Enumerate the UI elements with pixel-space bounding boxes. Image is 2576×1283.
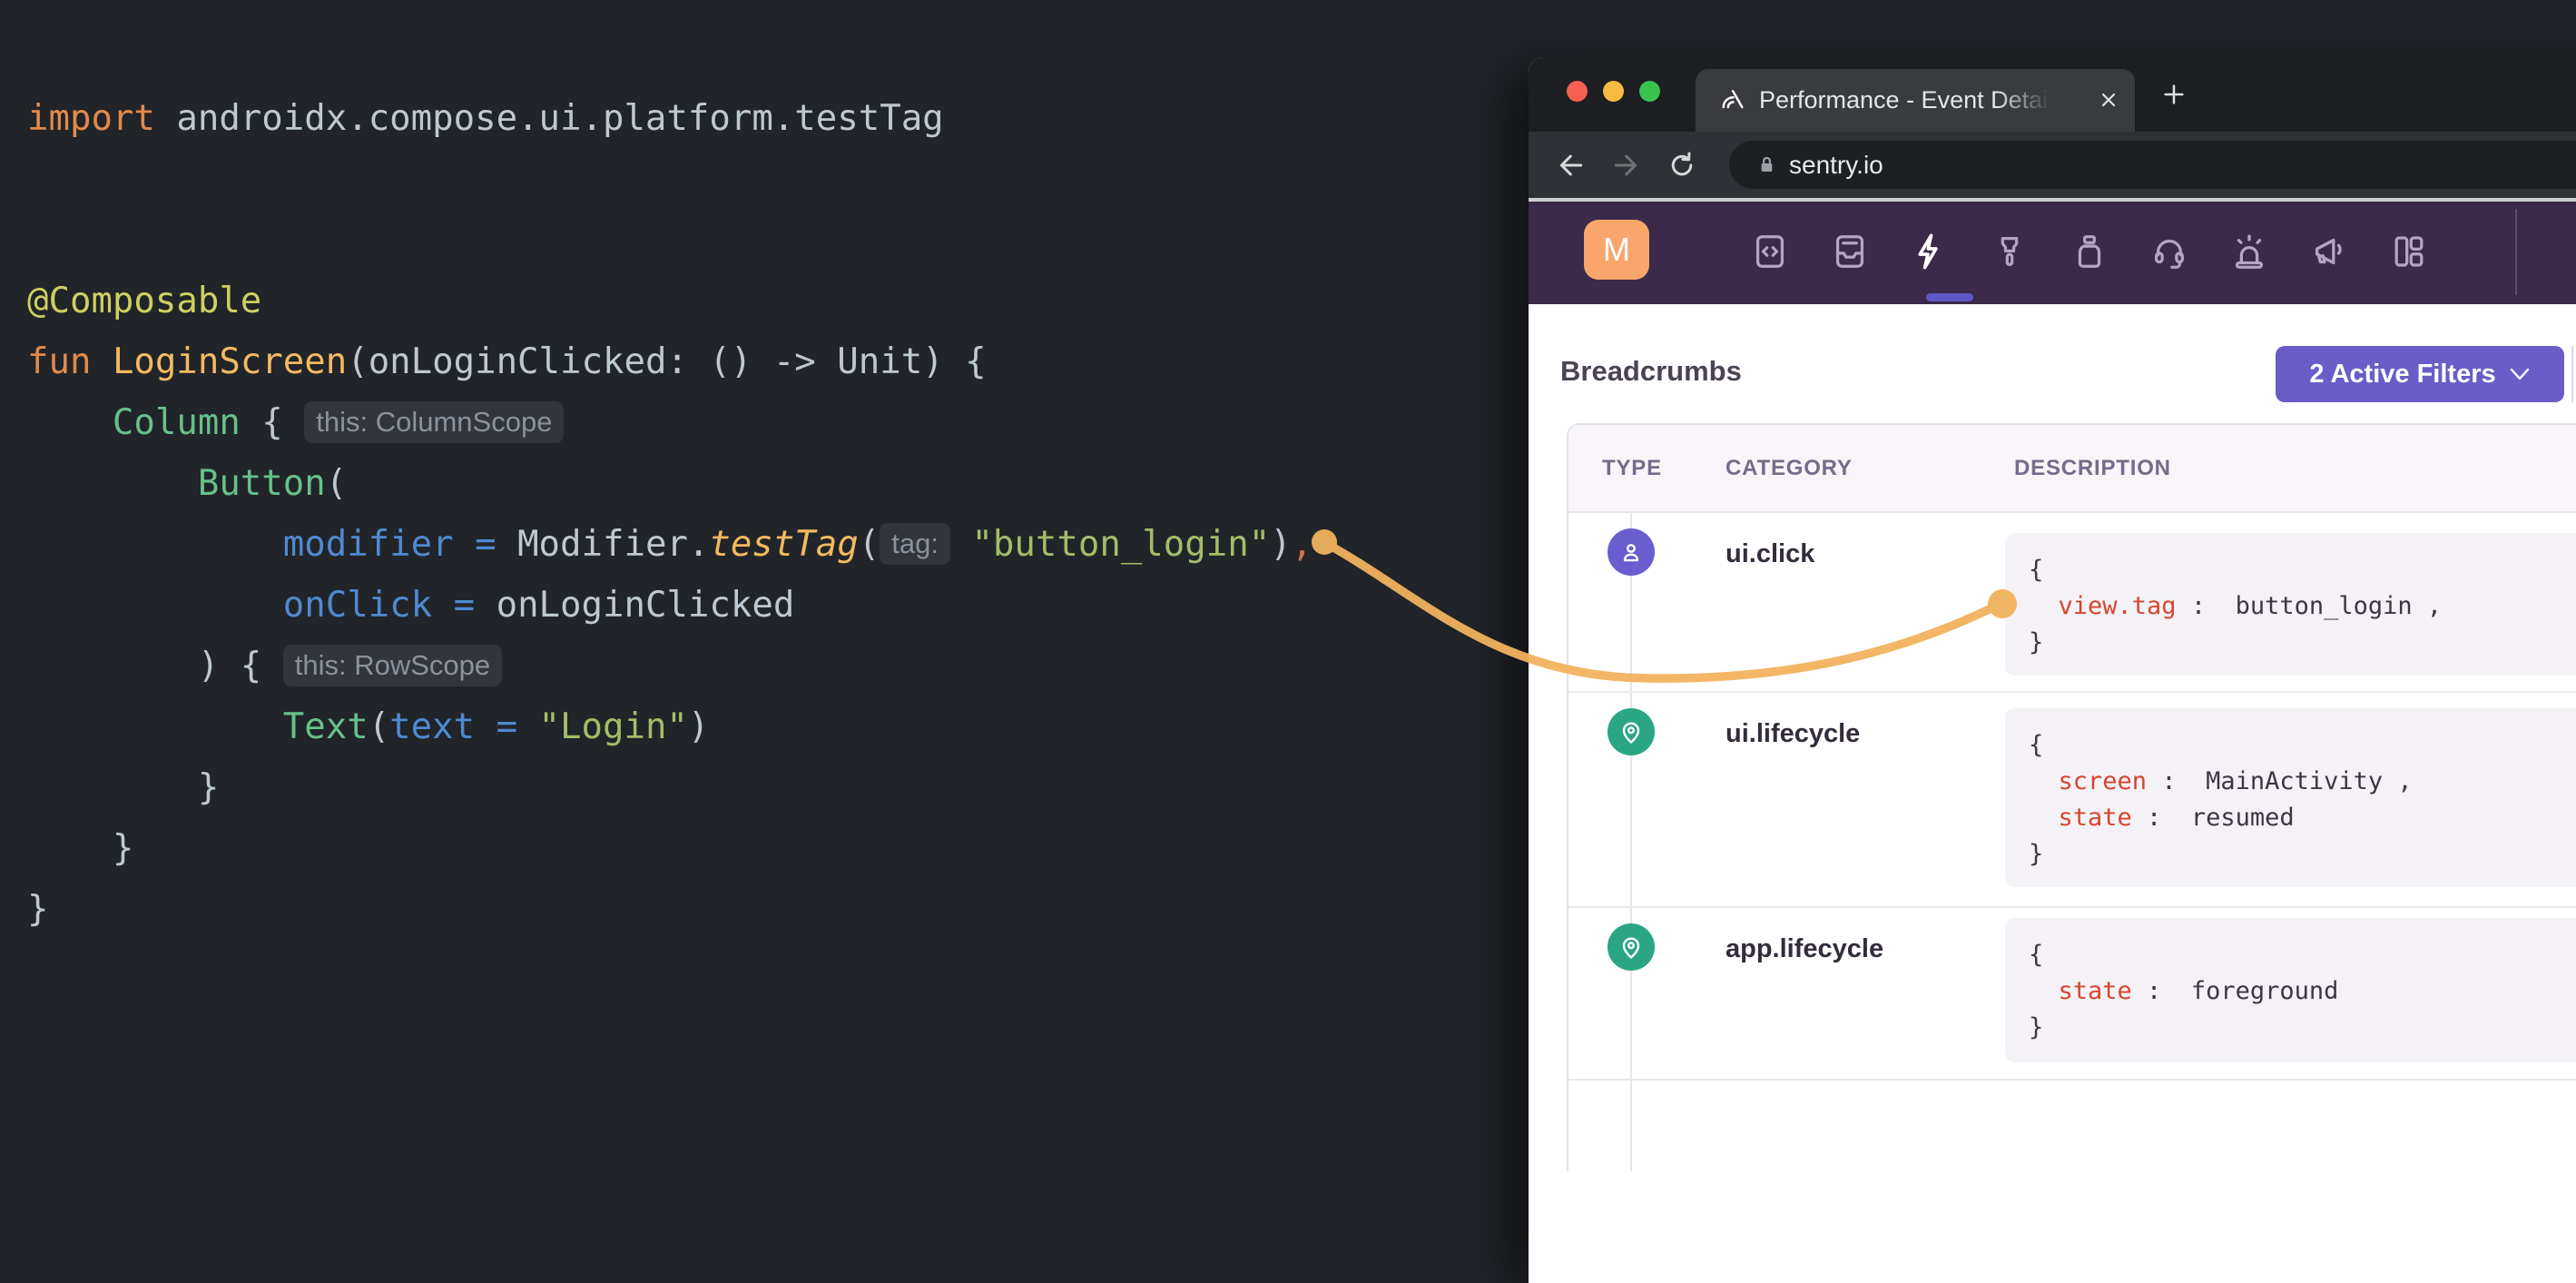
url-text: sentry.io bbox=[1789, 141, 1883, 189]
breadcrumbs-table: TYPE CATEGORY DESCRIPTION ui.click { view.t… bbox=[1567, 423, 2576, 1171]
breadcrumb-row: app.lifecycle { state : foreground} bbox=[1568, 908, 2576, 1081]
org-avatar[interactable]: M bbox=[1584, 220, 1649, 280]
breadcrumb-category: app.lifecycle bbox=[1726, 934, 1883, 964]
table-tail bbox=[1568, 1081, 2576, 1171]
flashlight-icon[interactable] bbox=[1989, 231, 2030, 272]
clipped-element-edge bbox=[2571, 346, 2573, 402]
table-header-row: TYPE CATEGORY DESCRIPTION bbox=[1568, 425, 2576, 513]
sentry-logo-icon bbox=[1719, 86, 1746, 113]
column-header: CATEGORY bbox=[1726, 456, 1853, 481]
active-filters-button[interactable]: 2 Active Filters bbox=[2276, 346, 2564, 402]
window-zoom-button[interactable] bbox=[1639, 81, 1660, 102]
sentry-nav-bar: M bbox=[1529, 198, 2576, 304]
megaphone-icon[interactable] bbox=[2308, 231, 2350, 272]
breadcrumb-row: ui.click { view.tag : button_login ,} bbox=[1568, 513, 2576, 693]
browser-window: Performance - Event Details - n bbox=[1529, 57, 2576, 1283]
window-minimize-button[interactable] bbox=[1603, 81, 1624, 102]
new-tab-button[interactable] bbox=[2158, 79, 2189, 110]
window-close-button[interactable] bbox=[1567, 81, 1588, 102]
breadcrumb-description: { state : foreground} bbox=[2005, 918, 2576, 1062]
user-icon bbox=[1608, 528, 1655, 576]
issues-icon[interactable] bbox=[1829, 231, 1871, 272]
dashboards-icon[interactable] bbox=[2388, 231, 2430, 272]
column-header: TYPE bbox=[1602, 456, 1662, 481]
sentry-nav-icons bbox=[1749, 198, 2430, 304]
breadcrumb-row: ui.lifecycle { screen : MainActivity , st… bbox=[1568, 693, 2576, 908]
tab-close-icon[interactable] bbox=[2095, 86, 2122, 113]
browser-tab[interactable]: Performance - Event Details - n bbox=[1696, 69, 2135, 132]
chevron-down-icon bbox=[2509, 367, 2531, 381]
lock-icon bbox=[1755, 153, 1779, 177]
breadcrumb-category: ui.lifecycle bbox=[1726, 719, 1860, 749]
table-body: ui.click { view.tag : button_login ,} ui.l… bbox=[1568, 513, 2576, 1081]
active-filters-label: 2 Active Filters bbox=[2309, 360, 2495, 390]
breadcrumb-description: { view.tag : button_login ,} bbox=[2005, 533, 2576, 676]
breadcrumb-category: ui.click bbox=[1726, 539, 1814, 569]
performance-icon[interactable] bbox=[1909, 231, 1951, 272]
browser-toolbar: sentry.io bbox=[1529, 132, 2576, 198]
releases-icon[interactable] bbox=[2069, 231, 2110, 272]
reload-icon[interactable] bbox=[1665, 148, 1699, 183]
tab-title-fade bbox=[1995, 71, 2075, 130]
forward-icon[interactable] bbox=[1608, 148, 1643, 183]
page-title: Breadcrumbs bbox=[1560, 355, 1742, 388]
active-tab-indicator bbox=[1926, 293, 1973, 301]
projects-icon[interactable] bbox=[1749, 231, 1791, 272]
url-bar[interactable]: sentry.io bbox=[1729, 141, 2576, 189]
siren-icon[interactable] bbox=[2228, 231, 2270, 272]
headset-icon[interactable] bbox=[2148, 231, 2190, 272]
tab-strip: Performance - Event Details - n bbox=[1529, 57, 2576, 132]
pin-icon bbox=[1608, 923, 1655, 971]
page-content: Breadcrumbs 2 Active Filters TYPE CATEGOR… bbox=[1529, 304, 2576, 1283]
breadcrumb-description: { screen : MainActivity , state : resume… bbox=[2005, 708, 2576, 887]
column-header: DESCRIPTION bbox=[2014, 456, 2171, 481]
nav-divider bbox=[2515, 209, 2517, 295]
back-icon[interactable] bbox=[1554, 148, 1588, 183]
pin-icon bbox=[1608, 708, 1655, 755]
